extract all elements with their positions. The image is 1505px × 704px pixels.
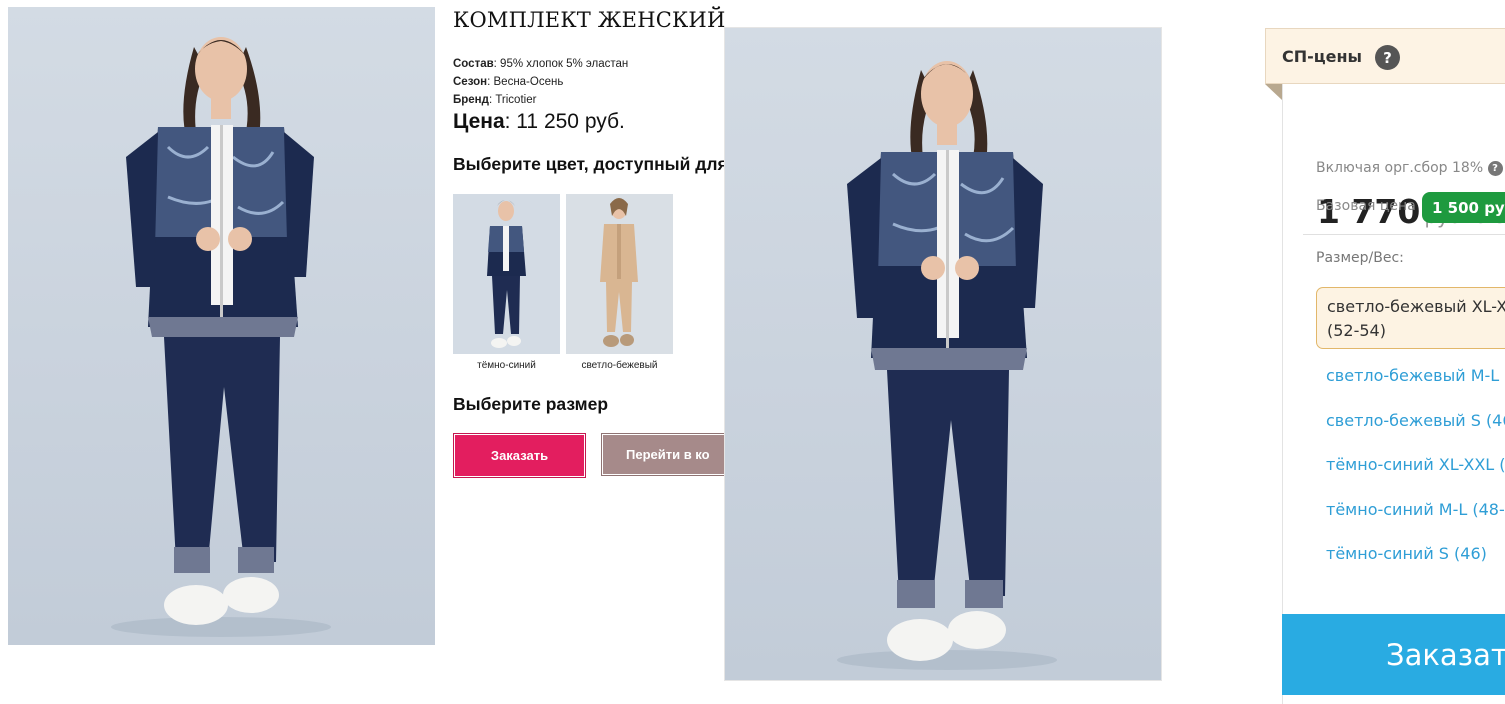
model-navy-outfit-icon [487,200,526,348]
order-button[interactable]: Заказать [453,433,586,478]
go-to-cart-button[interactable]: Перейти в ко [601,433,725,476]
choose-size-heading: Выберите размер [453,394,609,414]
product-main-photo[interactable] [8,7,435,645]
color-swatch-navy[interactable] [453,194,560,354]
color-caption-navy: тёмно-синий [477,360,536,371]
question-icon[interactable]: ? [1375,45,1400,70]
price-value: : 11 250 руб. [504,110,625,133]
divider [1303,234,1505,235]
size-option[interactable]: тёмно-синий M-L (48-50) [1326,500,1505,519]
size-option-selected[interactable]: светло-бежевый XL-XXL (52-54) [1316,287,1505,349]
info-icon[interactable]: ? [1487,161,1503,176]
sp-price-panel: 1 770руб.3 540 [1282,84,1505,704]
color-caption-beige: светло-бежевый [581,360,658,371]
ribbon-fold [1265,84,1282,100]
spec-value: : Tricotier [488,94,537,106]
product-info: КОМПЛЕКТ ЖЕНСКИЙ 22020: Состав: 95% хлоп… [453,0,725,695]
org-fee-text: Включая орг.сбор 18% ? [1316,160,1503,177]
size-weight-label: Размер/Вес: [1316,250,1404,266]
spec-value: : Весна-Осень [487,76,564,88]
size-option[interactable]: светло-бежевый M-L (48-50) [1326,366,1505,385]
spec-label: Бренд [453,94,489,106]
spec-label: Состав [453,58,494,70]
base-price-label: Базовая цена [1316,198,1416,214]
choose-color-heading: Выберите цвет, доступный для [453,154,725,174]
product-zoom-photo[interactable] [725,28,1161,680]
org-fee-label: Включая орг.сбор 18% [1316,160,1484,176]
sp-prices-label: СП-цены [1282,47,1363,66]
sp-order-button[interactable]: Заказать [1282,614,1505,695]
size-option[interactable]: светло-бежевый S (46) [1326,411,1505,430]
product-title: КОМПЛЕКТ ЖЕНСКИЙ 22020: [453,8,725,32]
size-option[interactable]: тёмно-синий XL-XXL (52-54) [1326,455,1505,474]
spec-composition: Состав: 95% хлопок 5% эластан [453,58,628,70]
spec-brand: Бренд: Tricotier [453,94,536,106]
base-price-badge: 1 500 руб [1422,192,1505,223]
spec-value: : 95% хлопок 5% эластан [493,58,629,70]
color-swatch-beige[interactable] [566,194,673,354]
model-navy-outfit-image [111,37,331,637]
model-beige-outfit-icon [600,198,638,347]
price-label: Цена [453,110,505,133]
spec-label: Сезон [453,76,488,88]
model-navy-outfit-zoom-image [837,61,1057,670]
size-option[interactable]: тёмно-синий S (46) [1326,544,1487,563]
sp-prices-tab[interactable]: СП-цены ? [1265,28,1505,84]
product-price: Цена: 11 250 руб. [453,110,625,134]
spec-season: Сезон: Весна-Осень [453,76,563,88]
